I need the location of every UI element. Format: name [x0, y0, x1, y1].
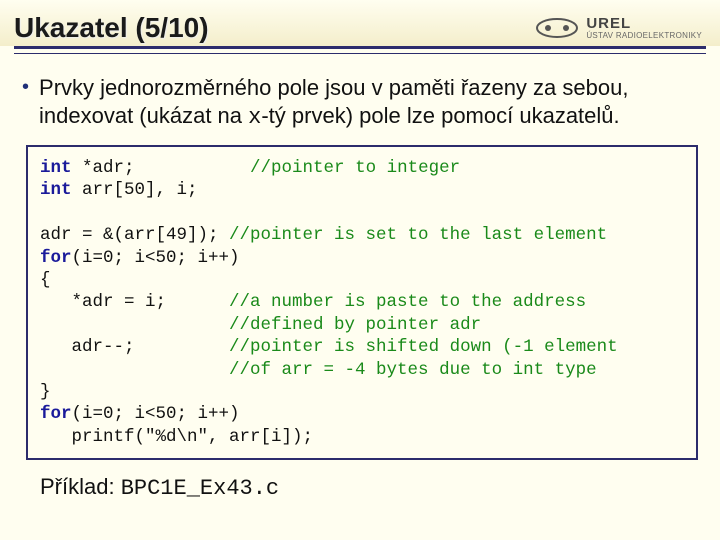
code-comment: //a number is paste to the address [229, 292, 586, 312]
code-text [40, 315, 229, 335]
slide-title: Ukazatel (5/10) [14, 12, 209, 44]
code-kw: for [40, 404, 72, 424]
bullet-code-inline: x [248, 105, 261, 130]
bullet-dot-icon: • [22, 74, 29, 100]
code-block: int *adr; //pointer to integer int arr[5… [26, 145, 698, 460]
slide-header: Ukazatel (5/10) UREL ÚSTAV RADIOELEKTRON… [0, 0, 720, 46]
example-line: Příklad: BPC1E_Ex43.c [22, 474, 702, 501]
code-kw: for [40, 248, 72, 268]
code-kw: int [40, 180, 72, 200]
code-text: (i=0; i<50; i++) [72, 404, 240, 424]
code-comment: //defined by pointer adr [229, 315, 481, 335]
logo-subtitle: ÚSTAV RADIOELEKTRONIKY [586, 31, 702, 40]
code-text: (i=0; i<50; i++) [72, 248, 240, 268]
code-text [40, 360, 229, 380]
code-text: { [40, 270, 51, 290]
code-text: adr = &(arr[49]); [40, 225, 229, 245]
logo: UREL ÚSTAV RADIOELEKTRONIKY [534, 14, 702, 42]
code-text: adr--; [40, 337, 229, 357]
logo-brand: UREL [586, 16, 702, 31]
code-comment: //pointer is set to the last element [229, 225, 607, 245]
example-label: Příklad: [40, 474, 121, 499]
code-kw: int [40, 158, 72, 178]
code-text: } [40, 382, 51, 402]
code-text: *adr; [72, 158, 251, 178]
example-filename: BPC1E_Ex43.c [121, 476, 279, 501]
slide-content: • Prvky jednorozměrného pole jsou v pamě… [0, 54, 720, 501]
code-comment: //pointer to integer [250, 158, 460, 178]
bullet-text: Prvky jednorozměrného pole jsou v paměti… [39, 74, 702, 131]
logo-icon [534, 14, 580, 42]
bullet-post: -tý prvek) pole lze pomocí ukazatelů. [261, 103, 619, 128]
logo-text-block: UREL ÚSTAV RADIOELEKTRONIKY [586, 16, 702, 40]
code-comment: //pointer is shifted down (-1 element [229, 337, 618, 357]
code-comment: //of arr = -4 bytes due to int type [229, 360, 597, 380]
slide: Ukazatel (5/10) UREL ÚSTAV RADIOELEKTRON… [0, 0, 720, 540]
code-text: printf("%d\n", arr[i]); [40, 427, 313, 447]
code-text: *adr = i; [40, 292, 229, 312]
code-text: arr[50], i; [72, 180, 198, 200]
bullet-item: • Prvky jednorozměrného pole jsou v pamě… [22, 74, 702, 131]
